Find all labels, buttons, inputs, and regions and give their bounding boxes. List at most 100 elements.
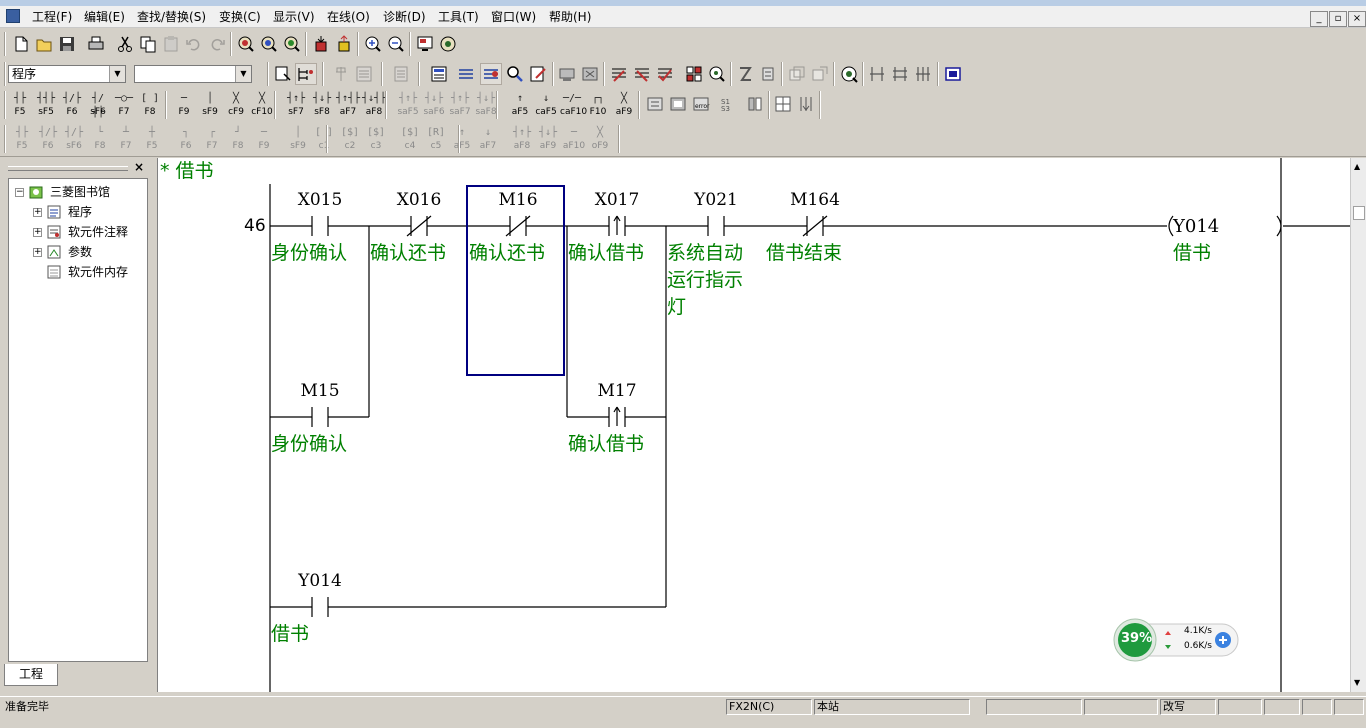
- read-from-plc-icon[interactable]: [333, 33, 355, 55]
- sort-asc-icon[interactable]: [734, 63, 756, 85]
- window-tile-icon[interactable]: [786, 63, 808, 85]
- ladder2-key-af8[interactable]: ┤↑├ aF8: [510, 126, 534, 154]
- redo-icon[interactable]: [206, 33, 228, 55]
- ladder-key-f9[interactable]: ─ F9: [172, 92, 196, 120]
- ladder-key-af5[interactable]: ↑ aF5: [508, 92, 532, 120]
- menu-find-replace[interactable]: 查找/替换(S): [137, 10, 206, 24]
- ladder-key-sf8[interactable]: ┤↓├ sF8: [310, 92, 334, 120]
- ladder2-key-af9[interactable]: ┤↓├ aF9: [536, 126, 560, 154]
- menu-project[interactable]: 工程(F): [32, 10, 72, 24]
- tree-root-label[interactable]: 三菱图书馆: [50, 184, 110, 200]
- block-icon[interactable]: [744, 93, 766, 115]
- ladder-key-saf7[interactable]: ┤↑├ saF7: [448, 92, 472, 120]
- ladder-key-saf8[interactable]: ┤↓├ saF8: [474, 92, 498, 120]
- ladder-key-f5[interactable]: ┤├ F5: [8, 92, 32, 120]
- write-to-plc-icon[interactable]: [310, 33, 332, 55]
- panel-grip[interactable]: [8, 166, 128, 171]
- tree-item-device-memory[interactable]: 软元件内存: [68, 264, 128, 280]
- tree-item-program[interactable]: 程序: [68, 204, 92, 220]
- monitor-icon[interactable]: [706, 63, 728, 85]
- ladder-monitor-icon[interactable]: [942, 63, 964, 85]
- collapse-icon[interactable]: −: [15, 188, 24, 197]
- ladder2-key-f5[interactable]: ┤├ F5: [10, 126, 34, 154]
- read-program-icon[interactable]: [631, 63, 653, 85]
- device-batch-icon[interactable]: [667, 93, 689, 115]
- ladder2-key-f5[interactable]: ┼ F5: [140, 126, 164, 154]
- menu-help[interactable]: 帮助(H): [549, 10, 591, 24]
- ladder-key-sf7[interactable]: ┤↑├ sF7: [284, 92, 308, 120]
- ladder2-key-f8[interactable]: ┘ F8: [226, 126, 250, 154]
- verify-program-icon[interactable]: [654, 63, 676, 85]
- open-folder-icon[interactable]: [33, 33, 55, 55]
- ladder2-key-f8[interactable]: └ F8: [88, 126, 112, 154]
- grid-icon[interactable]: [772, 93, 794, 115]
- ladder-key-sf6[interactable]: ┤/┤├ sF6: [86, 92, 110, 120]
- print-icon[interactable]: [85, 33, 107, 55]
- ladder-key-af9[interactable]: ╳ aF9: [612, 92, 636, 120]
- menu-edit[interactable]: 编辑(E): [84, 10, 125, 24]
- vertical-scrollbar[interactable]: ▲ ▼: [1350, 158, 1366, 692]
- find-device-icon[interactable]: [235, 33, 257, 55]
- delete-row-icon[interactable]: [889, 63, 911, 85]
- cut-icon[interactable]: [114, 33, 136, 55]
- step-check-icon[interactable]: S1 S3: [717, 93, 739, 115]
- minimize-icon[interactable]: _: [1310, 11, 1328, 27]
- panel-close-icon[interactable]: ×: [134, 160, 144, 174]
- ladder-key-sf5[interactable]: ┤┤├ sF5: [34, 92, 58, 120]
- device-comment-icon[interactable]: [455, 63, 477, 85]
- ladder-editor[interactable]: * 借书 46 X015 身份确认 X016 确认还书 M16 确认还书 X017 确认借书 Y…: [157, 158, 1352, 692]
- write-program-icon[interactable]: [608, 63, 630, 85]
- ladder2-key-f6[interactable]: ┤/├ F6: [36, 126, 60, 154]
- scroll-down-icon[interactable]: ▼: [1354, 678, 1360, 687]
- copy-icon[interactable]: [137, 33, 159, 55]
- expand-icon[interactable]: +: [33, 248, 42, 257]
- insert-row-icon[interactable]: [866, 63, 888, 85]
- ladder-key-f8[interactable]: [ ] F8: [138, 92, 162, 120]
- device-test-icon[interactable]: [437, 33, 459, 55]
- ladder-key-caf10[interactable]: ─/─ caF10: [560, 92, 587, 120]
- comment-icon[interactable]: [272, 63, 294, 85]
- ladder2-key-af7[interactable]: ↓ aF7: [476, 126, 500, 154]
- ladder2-key-af10[interactable]: ─ aF10: [562, 126, 586, 154]
- ladder2-key-c1[interactable]: [ ] c1: [312, 126, 336, 154]
- ladder-key-cf9[interactable]: ╳ cF9: [224, 92, 248, 120]
- edit-icon[interactable]: [527, 63, 549, 85]
- ladder-key-saf6[interactable]: ┤↓├ saF6: [422, 92, 446, 120]
- menu-window[interactable]: 窗口(W): [491, 10, 536, 24]
- ladder2-key-af5[interactable]: ↑ aF5: [450, 126, 474, 154]
- ladder2-key-sf9[interactable]: │ sF9: [286, 126, 310, 154]
- ladder-key-f10[interactable]: ┌┐ F10: [586, 92, 610, 120]
- network-speed-widget[interactable]: 39% 4.1K/s 0.6K/s: [1112, 618, 1240, 662]
- ladder2-key-sf6[interactable]: ┤/├ sF6: [62, 126, 86, 154]
- zoom-out-icon[interactable]: [385, 33, 407, 55]
- ladder-key-af8[interactable]: ┤↓┤├ aF8: [362, 92, 386, 120]
- restore-icon[interactable]: ▫: [1329, 11, 1347, 27]
- error-check-icon[interactable]: error: [690, 93, 712, 115]
- editor-cursor[interactable]: [466, 185, 565, 376]
- ladder2-key-f9[interactable]: ─ F9: [252, 126, 276, 154]
- second-combo[interactable]: ▼: [134, 65, 252, 83]
- chevron-down-icon[interactable]: ▼: [109, 66, 125, 82]
- instruction-input-icon[interactable]: [644, 93, 666, 115]
- diagnostics-icon[interactable]: [838, 63, 860, 85]
- instruction-list-icon[interactable]: [390, 63, 412, 85]
- ladder-key-sf9[interactable]: │ sF9: [198, 92, 222, 120]
- mode-combo[interactable]: 程序 ▼: [8, 65, 126, 83]
- save-icon[interactable]: [56, 33, 78, 55]
- ladder-key-f7[interactable]: ─○─ F7: [112, 92, 136, 120]
- chevron-down-icon[interactable]: ▼: [235, 66, 251, 82]
- statement-display-icon[interactable]: [480, 63, 502, 85]
- project-tab[interactable]: 工程: [4, 664, 58, 686]
- find-instruction-icon[interactable]: [258, 33, 280, 55]
- expand-icon[interactable]: +: [33, 228, 42, 237]
- sort-down-icon[interactable]: [795, 93, 817, 115]
- ladder-key-saf5[interactable]: ┤↑├ saF5: [396, 92, 420, 120]
- ladder-view-icon[interactable]: [295, 63, 317, 85]
- ladder2-key-f6[interactable]: ┐ F6: [174, 126, 198, 154]
- ladder2-key-c3[interactable]: [$] c3: [364, 126, 388, 154]
- zoom-in-icon[interactable]: [362, 33, 384, 55]
- tree-item-device-comment[interactable]: 软元件注释: [68, 224, 128, 240]
- monitor-window-icon[interactable]: [414, 33, 436, 55]
- transfer-setup-icon[interactable]: [556, 63, 578, 85]
- menu-convert[interactable]: 变换(C): [219, 10, 261, 24]
